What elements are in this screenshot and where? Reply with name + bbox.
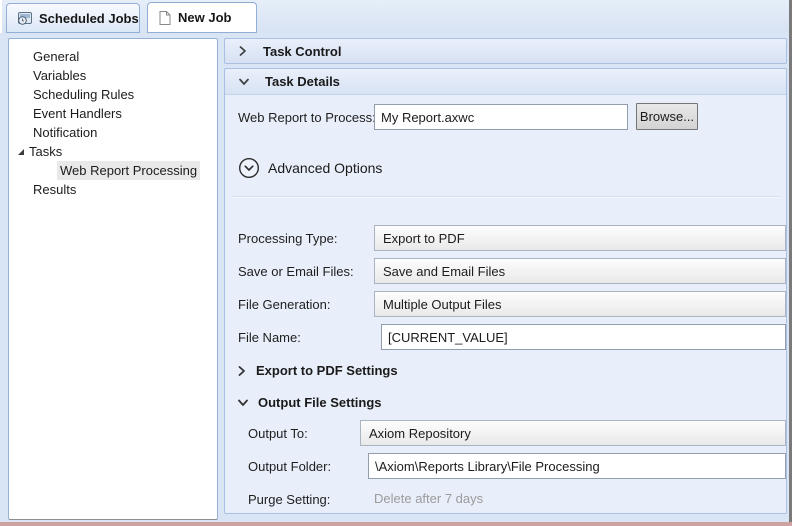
advanced-options-toggle[interactable]: Advanced Options <box>238 157 382 179</box>
task-control-section-header[interactable]: Task Control <box>224 38 787 64</box>
file-name-label: File Name: <box>238 329 301 347</box>
circle-chevron-down-icon <box>238 157 260 179</box>
section-divider <box>232 196 780 198</box>
browse-button[interactable]: Browse... <box>636 103 698 130</box>
sidebar-item-variables[interactable]: Variables <box>9 66 217 85</box>
section-title: Task Details <box>265 74 340 89</box>
save-or-email-dropdown[interactable]: Save and Email Files <box>374 258 786 284</box>
app-window: Scheduled Jobs New Job General Variables… <box>0 0 792 526</box>
chevron-down-icon <box>239 78 249 86</box>
processing-type-label: Processing Type: <box>238 230 337 248</box>
purge-setting-label: Purge Setting: <box>248 491 330 509</box>
tab-scheduled-jobs[interactable]: Scheduled Jobs <box>6 3 140 33</box>
tab-new-job[interactable]: New Job <box>147 2 257 33</box>
save-or-email-label: Save or Email Files: <box>238 263 354 281</box>
output-file-settings-header[interactable]: Output File Settings <box>238 395 382 410</box>
sidebar-item-tasks[interactable]: Tasks <box>9 142 217 161</box>
sidebar-item-event-handlers[interactable]: Event Handlers <box>9 104 217 123</box>
sidebar-item-general[interactable]: General <box>9 47 217 66</box>
purge-setting-value: Delete after 7 days <box>374 491 483 506</box>
sidebar-item-web-report-processing[interactable]: Web Report Processing <box>9 161 217 180</box>
export-pdf-settings-header[interactable]: Export to PDF Settings <box>238 363 398 378</box>
file-generation-dropdown[interactable]: Multiple Output Files <box>374 291 786 317</box>
tab-label: Scheduled Jobs <box>39 11 139 26</box>
sidebar-item-notification[interactable]: Notification <box>9 123 217 142</box>
job-settings-sidebar: General Variables Scheduling Rules Event… <box>8 38 218 520</box>
processing-type-dropdown[interactable]: Export to PDF <box>374 225 786 251</box>
web-report-input[interactable] <box>374 104 628 130</box>
output-to-label: Output To: <box>248 425 308 443</box>
chevron-right-icon <box>238 366 246 376</box>
output-folder-label: Output Folder: <box>248 458 331 476</box>
file-generation-label: File Generation: <box>238 296 331 314</box>
sidebar-item-label: Tasks <box>29 142 62 161</box>
output-folder-input[interactable] <box>368 453 786 479</box>
section-title: Output File Settings <box>258 395 382 410</box>
output-to-dropdown[interactable]: Axiom Repository <box>360 420 786 446</box>
section-title: Export to PDF Settings <box>256 363 398 378</box>
tree-expanded-icon[interactable] <box>17 148 25 156</box>
file-name-input[interactable] <box>381 324 786 350</box>
sidebar-item-scheduling-rules[interactable]: Scheduling Rules <box>9 85 217 104</box>
advanced-options-label: Advanced Options <box>268 160 382 176</box>
tab-strip: Scheduled Jobs New Job <box>0 0 789 33</box>
sidebar-item-results[interactable]: Results <box>9 180 217 199</box>
selected-item-highlight: Web Report Processing <box>57 161 200 180</box>
section-title: Task Control <box>263 44 342 59</box>
tab-label: New Job <box>178 10 231 25</box>
chevron-down-icon <box>238 399 248 407</box>
scheduled-jobs-icon <box>17 10 33 26</box>
chevron-right-icon <box>239 46 247 56</box>
task-details-section-header[interactable]: Task Details <box>225 69 786 95</box>
new-document-icon <box>158 10 172 26</box>
window-bottom-border <box>0 522 792 526</box>
web-report-label: Web Report to Process: <box>238 109 376 127</box>
